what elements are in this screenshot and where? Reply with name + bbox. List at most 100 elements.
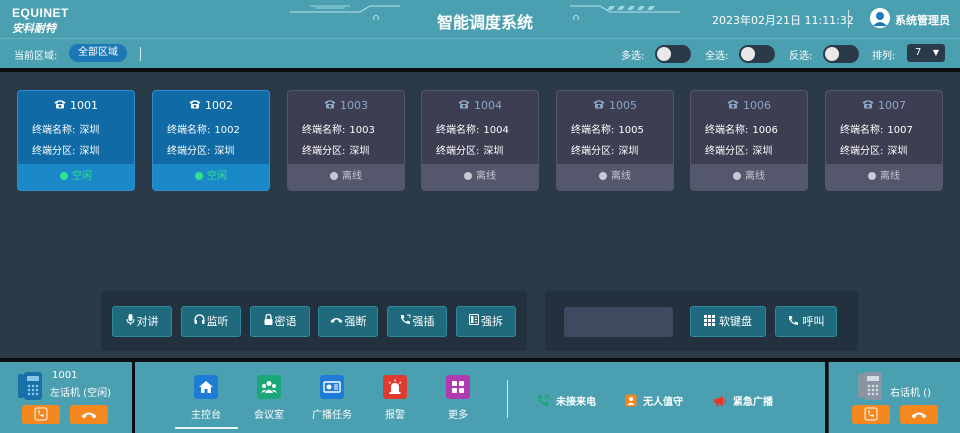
multi-select-toggle[interactable] xyxy=(655,45,691,63)
terminal-card[interactable]: 1001 终端名称: 深圳 终端分区: 深圳 空闲 xyxy=(17,90,135,191)
intercom-button[interactable]: 对讲 xyxy=(112,306,172,337)
invert-select-toggle[interactable] xyxy=(823,45,859,63)
unattended-button[interactable]: 无人值守 xyxy=(625,393,683,410)
dial-input[interactable] xyxy=(564,307,673,337)
emergency-broadcast-button[interactable]: 紧急广播 xyxy=(713,393,773,410)
whisper-button[interactable]: 密语 xyxy=(250,306,310,337)
nav-alarm[interactable]: 报警 xyxy=(365,375,425,421)
terminal-zone-label: 终端分区: xyxy=(32,146,76,157)
phone-insert-icon xyxy=(400,307,411,336)
right-hangup-button[interactable] xyxy=(900,405,938,424)
terminal-zone-value: 深圳 xyxy=(887,146,908,157)
user-name[interactable]: 系统管理员 xyxy=(895,12,950,28)
terminal-status: 离线 xyxy=(826,164,942,190)
force-split-button[interactable]: 强拆 xyxy=(456,306,516,337)
terminal-name-row: 终端名称: 1005 xyxy=(571,121,644,136)
monitor-label: 监听 xyxy=(206,315,229,328)
terminal-id: 1006 xyxy=(691,99,807,112)
terminal-name-label: 终端名称: xyxy=(302,125,346,136)
panel-gap xyxy=(825,362,828,433)
logo-cn: 安科耐特 xyxy=(12,23,56,35)
force-insert-button[interactable]: 强插 xyxy=(387,306,447,337)
terminal-card[interactable]: 1002 终端名称: 1002 终端分区: 深圳 空闲 xyxy=(152,90,270,191)
terminal-name-row: 终端名称: 深圳 xyxy=(32,121,99,136)
chevron-down-icon: ▼ xyxy=(932,48,939,57)
nav-meeting[interactable]: 会议室 xyxy=(239,375,299,421)
left-phone-name: 左话机 (空闲) xyxy=(50,388,111,399)
terminal-name-value: 1004 xyxy=(483,125,509,136)
terminal-zone-value: 深圳 xyxy=(483,146,504,157)
status-dot-icon xyxy=(464,172,472,180)
microphone-icon xyxy=(126,307,135,336)
terminal-name-row: 终端名称: 1003 xyxy=(302,121,375,136)
select-all-label: 全选: xyxy=(705,51,729,62)
terminal-zone-row: 终端分区: 深圳 xyxy=(302,142,369,157)
phone-answer-icon xyxy=(864,407,878,421)
call-label: 呼叫 xyxy=(802,315,825,328)
keypad-button[interactable]: 软键盘 xyxy=(690,306,766,337)
terminal-zone-label: 终端分区: xyxy=(436,146,480,157)
terminal-zone-row: 终端分区: 深圳 xyxy=(436,142,503,157)
left-answer-button[interactable] xyxy=(22,405,60,424)
terminal-name-label: 终端名称: xyxy=(571,125,615,136)
terminal-zone-row: 终端分区: 深圳 xyxy=(571,142,638,157)
terminal-zone-label: 终端分区: xyxy=(302,146,346,157)
nav-divider xyxy=(507,380,508,418)
right-answer-button[interactable] xyxy=(852,405,890,424)
toggle-knob xyxy=(825,47,839,61)
terminal-name-value: 1005 xyxy=(618,125,644,136)
call-button[interactable]: 呼叫 xyxy=(775,306,837,337)
user-avatar-icon[interactable] xyxy=(870,8,890,28)
status-dot-icon xyxy=(733,172,741,180)
terminal-name-label: 终端名称: xyxy=(32,125,76,136)
grid-icon xyxy=(446,375,470,399)
terminal-status: 离线 xyxy=(691,164,807,190)
terminal-status: 空闲 xyxy=(18,164,134,190)
sort-value: 7 xyxy=(915,47,922,58)
datetime: 2023年02月21日 11:11:32 xyxy=(712,14,854,27)
broadcast-icon xyxy=(320,375,344,399)
force-break-button[interactable]: 强断 xyxy=(318,306,378,337)
terminal-status: 离线 xyxy=(557,164,673,190)
sort-select[interactable]: 7 ▼ xyxy=(907,44,945,62)
terminal-card[interactable]: 1004 终端名称: 1004 终端分区: 深圳 离线 xyxy=(421,90,539,191)
terminal-status-text: 离线 xyxy=(476,171,496,182)
desk-phone-icon xyxy=(858,372,882,400)
divider-line xyxy=(0,68,960,72)
app-header: EQUINET 安科耐特 智能调度系统 2023年02月21日 11:11:32… xyxy=(0,0,960,38)
terminal-card[interactable]: 1005 终端名称: 1005 终端分区: 深圳 离线 xyxy=(556,90,674,191)
header-decoration-right xyxy=(570,5,680,20)
monitor-button[interactable]: 监听 xyxy=(181,306,241,337)
hangup-icon xyxy=(911,412,927,419)
missed-calls-button[interactable]: 未接来电 xyxy=(537,393,596,410)
nav-console[interactable]: 主控台 xyxy=(176,375,236,421)
left-hangup-button[interactable] xyxy=(70,405,108,424)
desk-phone-icon xyxy=(18,372,42,400)
region-selector[interactable]: 全部区域 xyxy=(69,44,127,62)
phone-icon xyxy=(54,99,66,112)
nav-broadcast[interactable]: 广播任务 xyxy=(302,375,362,421)
nav-broadcast-label: 广播任务 xyxy=(312,410,352,421)
header-decoration-left xyxy=(290,5,400,20)
intercom-label: 对讲 xyxy=(136,315,159,328)
terminal-card[interactable]: 1003 终端名称: 1003 终端分区: 深圳 离线 xyxy=(287,90,405,191)
toggle-knob xyxy=(657,47,671,61)
force-break-label: 强断 xyxy=(344,315,367,328)
company-logo: EQUINET 安科耐特 xyxy=(12,6,92,36)
terminal-status: 离线 xyxy=(288,164,404,190)
terminal-status-text: 离线 xyxy=(611,171,631,182)
terminal-name-value: 1006 xyxy=(752,125,778,136)
terminal-id-text: 1005 xyxy=(609,99,637,112)
terminal-id-text: 1006 xyxy=(743,99,771,112)
terminal-name-row: 终端名称: 1006 xyxy=(705,121,778,136)
terminal-id: 1003 xyxy=(288,99,404,112)
missed-calls-label: 未接来电 xyxy=(556,397,596,408)
select-all-toggle[interactable] xyxy=(739,45,775,63)
terminal-zone-value: 深圳 xyxy=(752,146,773,157)
phone-icon xyxy=(458,99,470,112)
terminal-id-text: 1007 xyxy=(878,99,906,112)
terminal-card[interactable]: 1007 终端名称: 1007 终端分区: 深圳 离线 xyxy=(825,90,943,191)
nav-more[interactable]: 更多 xyxy=(428,375,488,421)
terminal-name-value: 1003 xyxy=(349,125,375,136)
terminal-card[interactable]: 1006 终端名称: 1006 终端分区: 深圳 离线 xyxy=(690,90,808,191)
